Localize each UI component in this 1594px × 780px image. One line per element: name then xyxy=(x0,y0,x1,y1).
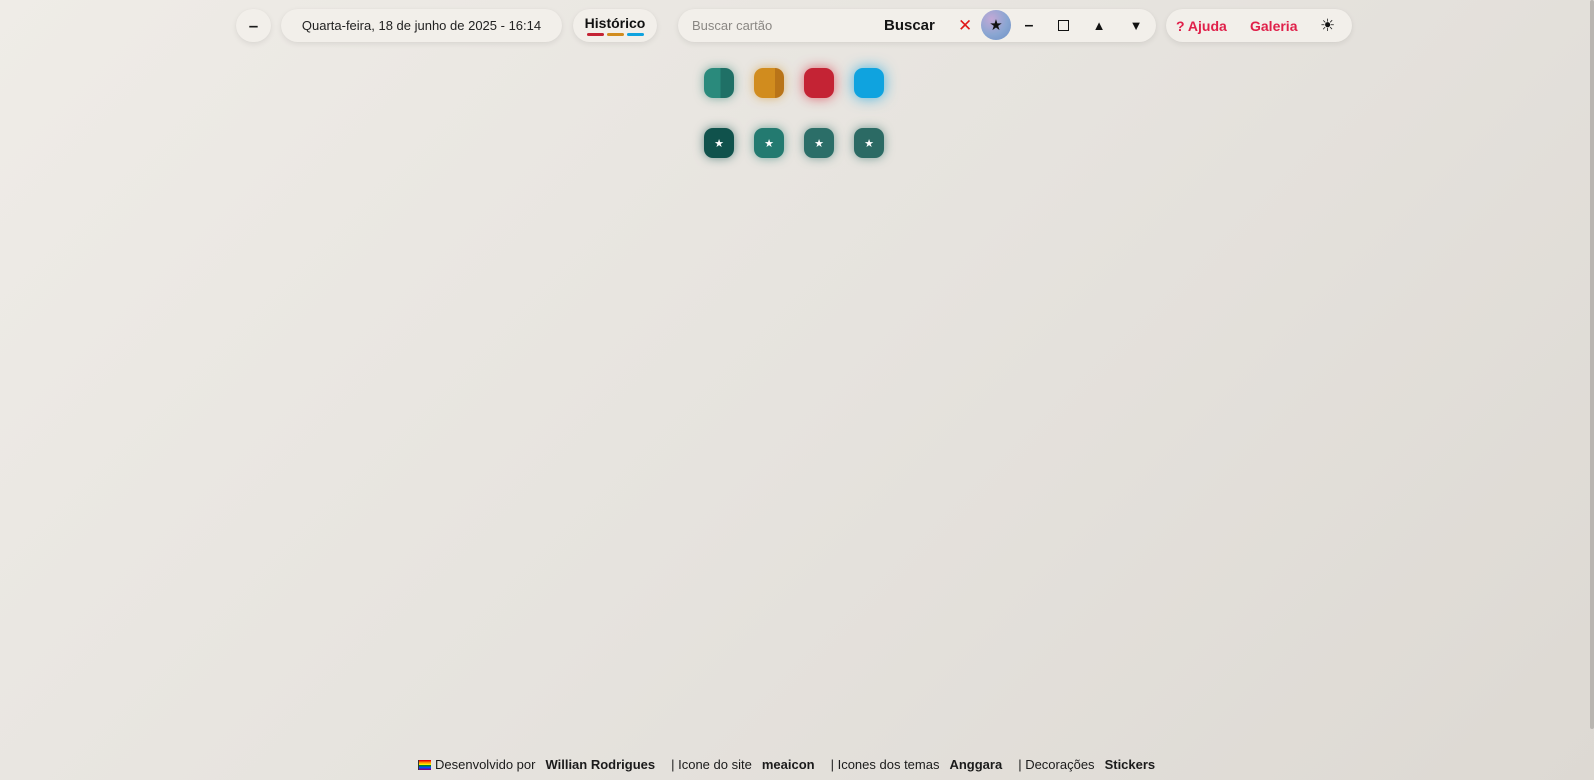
star-icon: ★ xyxy=(714,137,724,150)
pride-flag-icon xyxy=(418,759,431,770)
search-input[interactable] xyxy=(690,11,884,40)
star-icon: ★ xyxy=(864,137,874,150)
theme-tile-blue[interactable] xyxy=(854,68,884,98)
theme-toggle-sun-icon[interactable]: ☀ xyxy=(1320,16,1335,36)
scrollbar[interactable] xyxy=(1590,0,1594,729)
star-tile-1[interactable]: ★ xyxy=(704,128,734,158)
history-bar-amber xyxy=(606,33,624,36)
search-bar: Buscar ✕ ★ – ▲ ▼ xyxy=(678,9,1156,42)
history-color-bars xyxy=(586,33,644,36)
history-button[interactable]: Histórico xyxy=(573,9,657,42)
star-tile-2[interactable]: ★ xyxy=(754,128,784,158)
theme-tile-amber[interactable] xyxy=(754,68,784,98)
star-icon: ★ xyxy=(814,137,824,150)
history-bar-red xyxy=(586,33,604,36)
history-label: Histórico xyxy=(584,15,646,31)
star-tile-3[interactable]: ★ xyxy=(804,128,834,158)
footer-credits: Desenvolvido por Willian Rodrigues | Ico… xyxy=(418,757,1155,772)
scroll-down-button[interactable]: ▼ xyxy=(1125,9,1147,42)
scroll-up-button[interactable]: ▲ xyxy=(1088,9,1110,42)
favorites-star-icon[interactable]: ★ xyxy=(981,10,1011,40)
star-tile-4[interactable]: ★ xyxy=(854,128,884,158)
decorations-author-link[interactable]: Stickers xyxy=(1105,757,1156,772)
theme-icons-author-link[interactable]: Anggara xyxy=(949,757,1002,772)
site-icon-label: | Icone do site xyxy=(671,757,752,772)
gallery-link[interactable]: Galeria xyxy=(1250,18,1297,34)
star-icon: ★ xyxy=(764,137,774,150)
square-icon xyxy=(1057,20,1069,31)
help-gallery-bar: ? Ajuda Galeria ☀ xyxy=(1166,9,1352,42)
developed-by-label: Desenvolvido por xyxy=(435,757,536,772)
collapse-button[interactable]: – xyxy=(236,9,271,42)
maximize-button[interactable] xyxy=(1052,9,1074,42)
developer-link[interactable]: Willian Rodrigues xyxy=(545,757,655,772)
help-link[interactable]: ? Ajuda xyxy=(1176,18,1227,34)
search-button[interactable]: Buscar xyxy=(884,17,935,34)
theme-tile-teal[interactable] xyxy=(704,68,734,98)
date-time-display: Quarta-feira, 18 de junho de 2025 - 16:1… xyxy=(281,9,562,42)
theme-icons-label: | Icones dos temas xyxy=(830,757,940,772)
minimize-button[interactable]: – xyxy=(1018,9,1040,42)
history-bar-blue xyxy=(626,33,644,36)
site-icon-author-link[interactable]: meaicon xyxy=(762,757,815,772)
decorations-label: | Decorações xyxy=(1018,757,1095,772)
theme-tile-red[interactable] xyxy=(804,68,834,98)
clear-search-icon[interactable]: ✕ xyxy=(958,17,972,34)
